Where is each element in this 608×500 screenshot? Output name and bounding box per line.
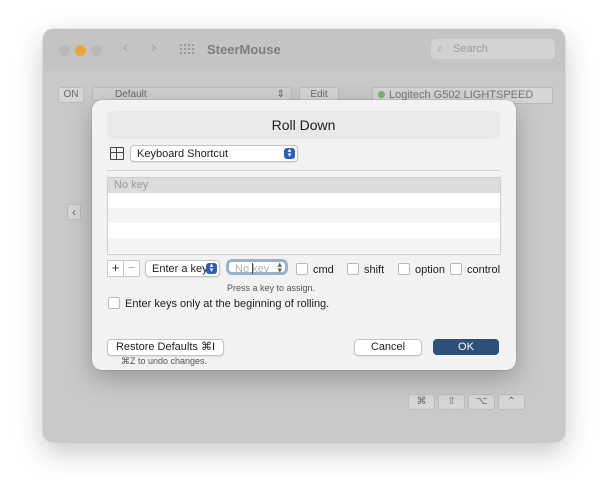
divider [107, 170, 500, 171]
on-toggle-button[interactable]: ON [58, 87, 84, 103]
list-item[interactable] [108, 208, 500, 223]
search-placeholder: Search [453, 43, 488, 55]
add-key-button[interactable]: + [108, 261, 124, 276]
list-item[interactable] [108, 193, 500, 208]
undo-hint: ⌘Z to undo changes. [121, 356, 208, 366]
app-title: SteerMouse [207, 42, 281, 57]
option-key-button[interactable]: ⌥ [468, 394, 495, 410]
assign-hint: Press a key to assign. [227, 283, 316, 293]
key-list[interactable]: No key [107, 177, 501, 255]
profile-popup[interactable]: Default ⇕ [92, 87, 292, 101]
add-remove-control: + − [107, 260, 140, 277]
sheet-title: Roll Down [107, 111, 500, 139]
option-label: option [415, 264, 445, 276]
search-field[interactable]: ⌕ Search [431, 39, 555, 59]
minimize-window-button[interactable] [75, 45, 86, 56]
close-window-button[interactable] [59, 45, 70, 56]
ok-button[interactable]: OK [433, 339, 499, 355]
key-input[interactable]: No key ▴ ▾ [226, 259, 288, 275]
list-item[interactable]: No key [108, 178, 500, 193]
profile-value: Default [115, 89, 147, 100]
modifier-key-buttons: ⌘ ⇧ ⌥ ⌃ [408, 394, 528, 410]
zoom-window-button[interactable] [91, 45, 102, 56]
cmd-label: cmd [313, 264, 334, 276]
text-caret [252, 263, 253, 274]
checkbox-box [108, 297, 120, 309]
shift-label: shift [364, 264, 385, 276]
back-arrow-icon[interactable]: ‹ [123, 39, 128, 57]
checkbox-box [398, 263, 410, 275]
shift-checkbox[interactable]: shift [347, 263, 384, 277]
roll-down-sheet: Roll Down Keyboard Shortcut ▴ ▾ No key + … [92, 100, 516, 370]
option-checkbox[interactable]: option [398, 263, 445, 277]
action-type-value: Keyboard Shortcut [137, 148, 229, 160]
search-icon: ⌕ [437, 41, 444, 55]
control-key-button[interactable]: ⌃ [498, 394, 525, 410]
control-checkbox[interactable]: control [450, 263, 500, 277]
rolling-label: Enter keys only at the beginning of roll… [125, 298, 330, 310]
rolling-checkbox[interactable]: Enter keys only at the beginning of roll… [108, 297, 329, 310]
key-mode-value: Enter a key [152, 263, 208, 275]
key-mode-popup[interactable]: Enter a key ▴ ▾ [145, 260, 220, 277]
checkbox-box [296, 263, 308, 275]
control-label: control [467, 264, 501, 276]
popup-arrows-icon: ▴ ▾ [206, 262, 217, 274]
checkbox-box [450, 263, 462, 275]
command-key-button[interactable]: ⌘ [408, 394, 435, 410]
action-type-popup[interactable]: Keyboard Shortcut ▴ ▾ [130, 145, 298, 162]
cancel-button[interactable]: Cancel [354, 339, 422, 356]
device-status-dot [378, 91, 385, 98]
restore-defaults-button[interactable]: Restore Defaults ⌘I [107, 339, 224, 356]
cmd-checkbox[interactable]: cmd [296, 263, 334, 277]
shift-key-button[interactable]: ⇧ [438, 394, 465, 410]
side-arrow-button[interactable]: ‹ [67, 204, 81, 220]
checkbox-box [347, 263, 359, 275]
list-item[interactable] [108, 238, 500, 253]
stepper-arrows-icon: ▴ ▾ [277, 259, 282, 275]
popup-arrows-icon: ▴ ▾ [284, 147, 295, 159]
show-all-grid-icon[interactable] [180, 44, 194, 56]
remove-key-button[interactable]: − [124, 261, 139, 276]
keyboard-shortcut-icon [110, 147, 124, 160]
forward-arrow-icon[interactable]: › [151, 39, 156, 57]
title-bar: ‹ › SteerMouse ⌕ Search [43, 29, 565, 71]
list-item[interactable] [108, 223, 500, 238]
